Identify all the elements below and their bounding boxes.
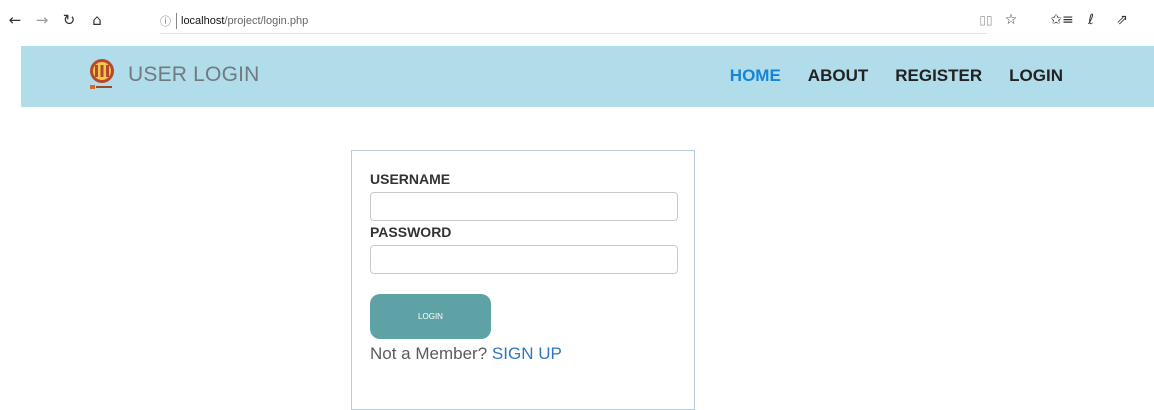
url-path: /project/login.php [224,15,309,27]
password-input[interactable] [370,245,678,274]
back-arrow-icon[interactable]: ← [4,9,26,31]
site-navbar: USER LOGIN HOME ABOUT REGISTER LOGIN [21,46,1154,107]
favorites-list-icon[interactable]: ✩≡ [1050,9,1073,31]
nav-links: HOME ABOUT REGISTER LOGIN [730,66,1063,86]
share-icon[interactable]: ⇗ [1111,9,1133,31]
nav-link-home[interactable]: HOME [730,66,781,86]
refresh-icon[interactable]: ↻ [58,9,80,31]
browser-toolbar: ← → ↻ ⌂ ⓘ localhost/project/login.php ▯▯… [0,0,1154,40]
login-card: USERNAME PASSWORD LOGIN Not a Member? SI… [351,150,695,410]
signup-row: Not a Member? SIGN UP [370,344,562,364]
reading-view-icon[interactable]: ▯▯ [975,9,997,31]
brand-logo-icon [90,59,114,89]
address-underline [160,33,987,34]
pen-icon[interactable]: ℓ [1080,9,1102,31]
password-label: PASSWORD [370,224,452,240]
site-info-icon[interactable]: ⓘ [160,13,171,29]
home-icon[interactable]: ⌂ [86,9,108,31]
nav-link-login[interactable]: LOGIN [1009,66,1063,86]
nav-link-register[interactable]: REGISTER [895,66,982,86]
favorite-star-icon[interactable]: ☆ [1000,9,1022,31]
url-host: localhost [181,15,225,27]
forward-arrow-icon[interactable]: → [31,9,53,31]
brand-title: USER LOGIN [128,63,260,86]
address-bar[interactable]: ⓘ localhost/project/login.php [160,9,1110,33]
signup-prompt: Not a Member? [370,344,488,363]
login-button[interactable]: LOGIN [370,294,491,339]
username-label: USERNAME [370,171,451,187]
address-separator [176,13,177,29]
signup-link[interactable]: SIGN UP [492,344,562,363]
username-input[interactable] [370,192,678,221]
nav-link-about[interactable]: ABOUT [808,66,868,86]
